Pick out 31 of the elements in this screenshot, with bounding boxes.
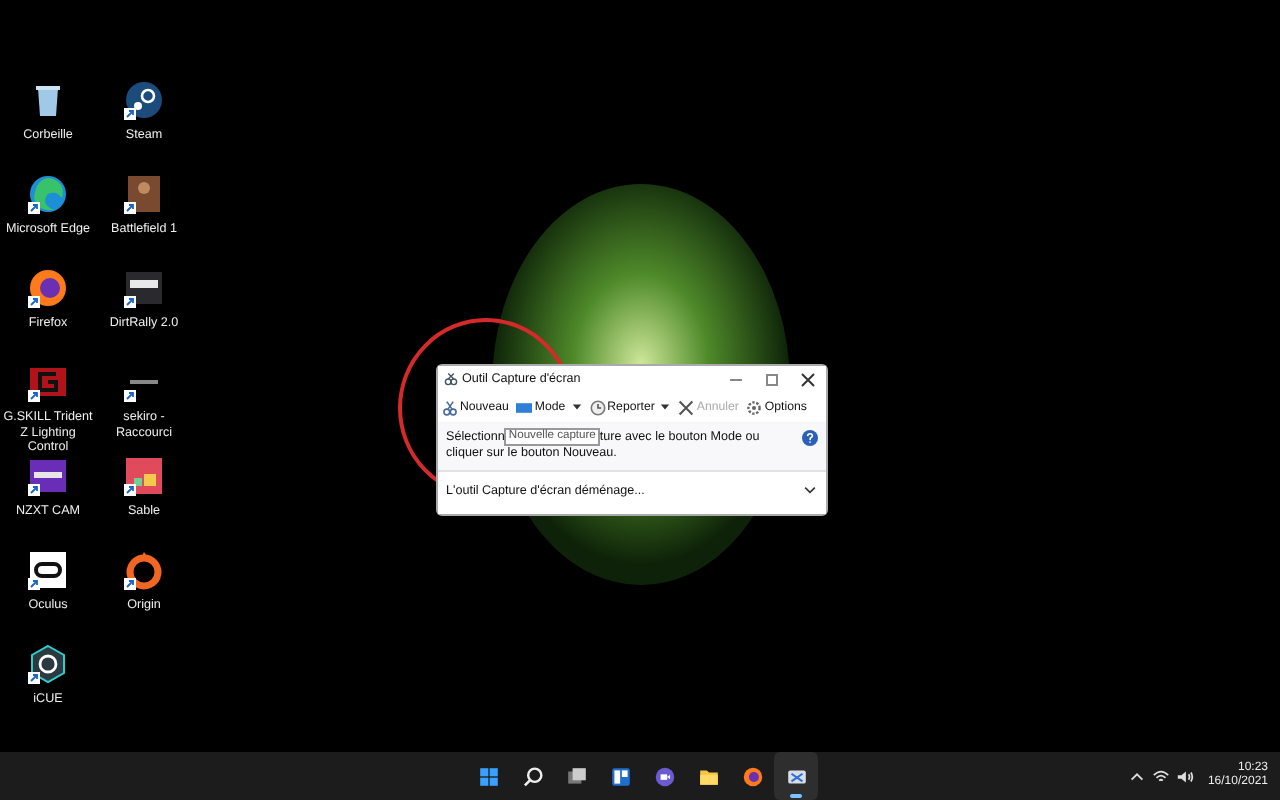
folder-icon bbox=[697, 765, 719, 787]
app-logo-icon[interactable] bbox=[124, 550, 164, 590]
app-logo-icon[interactable] bbox=[124, 80, 164, 120]
app-logo-icon[interactable] bbox=[28, 456, 68, 496]
gear-icon bbox=[746, 399, 763, 415]
caret-icon bbox=[571, 402, 582, 412]
x-icon bbox=[678, 399, 695, 415]
wifi-icon[interactable] bbox=[1151, 767, 1170, 785]
close-icon[interactable] bbox=[798, 369, 818, 389]
rectangle-icon bbox=[516, 399, 533, 415]
app-logo-icon[interactable] bbox=[28, 550, 68, 590]
browser-logo-icon[interactable] bbox=[28, 174, 68, 214]
game-logo-icon[interactable] bbox=[28, 362, 68, 402]
game-cover-icon[interactable] bbox=[124, 456, 164, 496]
game-cover-icon[interactable] bbox=[124, 268, 164, 308]
caret-icon bbox=[660, 402, 671, 412]
overlapping-windows-icon bbox=[565, 765, 587, 787]
clock-icon bbox=[589, 399, 606, 415]
windows-logo-icon bbox=[477, 765, 499, 787]
chat-camera-icon bbox=[653, 765, 675, 787]
browser-logo-icon bbox=[741, 765, 763, 787]
app-logo-icon[interactable] bbox=[28, 644, 68, 684]
taskbar-app[interactable] bbox=[774, 752, 818, 800]
help-icon[interactable] bbox=[802, 430, 818, 446]
volume-icon[interactable] bbox=[1175, 767, 1194, 785]
search-icon bbox=[521, 765, 543, 787]
browser-logo-icon[interactable] bbox=[28, 268, 68, 308]
chevron-down-icon[interactable] bbox=[802, 482, 818, 498]
maximize-icon[interactable] bbox=[762, 369, 782, 389]
game-cover-icon[interactable] bbox=[124, 174, 164, 214]
widgets-icon bbox=[609, 765, 631, 787]
